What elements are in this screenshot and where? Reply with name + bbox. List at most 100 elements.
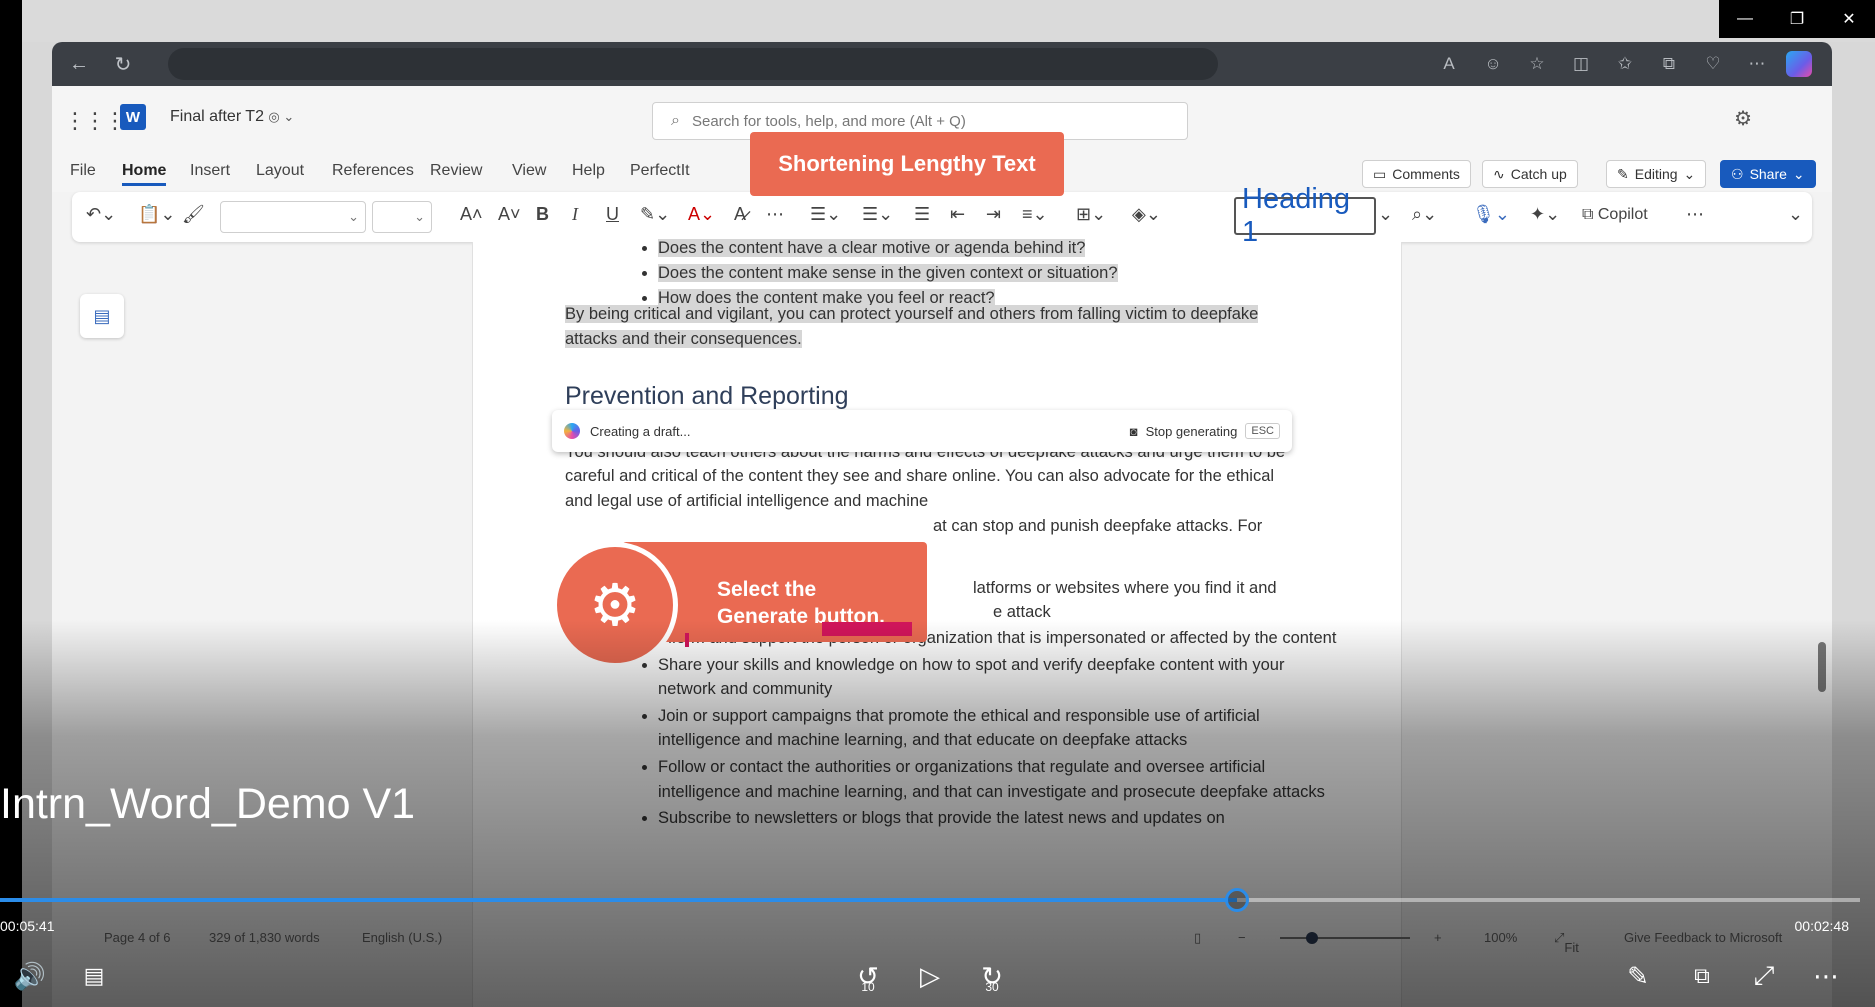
- paste-icon[interactable]: 📋⌄: [138, 204, 176, 225]
- captions-icon[interactable]: ▤: [72, 954, 116, 998]
- bold-icon[interactable]: B: [536, 204, 549, 225]
- language[interactable]: English (U.S.): [362, 930, 442, 945]
- underline-icon[interactable]: U: [606, 204, 619, 225]
- collapse-ribbon-icon[interactable]: ⌄: [1788, 204, 1803, 225]
- word-logo-icon: W: [120, 104, 146, 130]
- more-icon[interactable]: ⋯: [1742, 54, 1772, 74]
- elapsed-time: 00:05:41: [0, 918, 55, 934]
- editing-mode-button[interactable]: ✎ Editing ⌄: [1606, 160, 1707, 188]
- clear-format-icon[interactable]: A̷: [734, 204, 746, 225]
- stop-generating-button[interactable]: ◙ Stop generating ESC: [1130, 423, 1280, 439]
- split-screen-icon[interactable]: ◫: [1566, 54, 1596, 74]
- mini-player-icon[interactable]: ⧉: [1680, 954, 1724, 998]
- tab-home[interactable]: Home: [122, 162, 167, 186]
- skip-back-button[interactable]: ↺ 10: [846, 954, 890, 998]
- fullscreen-icon[interactable]: ⤢: [1742, 954, 1786, 998]
- restore-icon[interactable]: ❐: [1771, 0, 1823, 38]
- app-launcher-icon[interactable]: ⋮⋮⋮: [64, 108, 126, 134]
- browser-actions: A ☺ ☆ ◫ ✩ ⧉ ♡ ⋯: [1434, 42, 1832, 86]
- zoom-level[interactable]: 100%: [1484, 930, 1517, 945]
- font-size-select[interactable]: ⌄: [372, 201, 432, 233]
- tab-view[interactable]: View: [512, 162, 546, 180]
- copilot-icon[interactable]: [1786, 51, 1812, 77]
- favorite-star-icon[interactable]: ☆: [1522, 54, 1552, 74]
- more-options-icon[interactable]: ⋯: [1804, 954, 1848, 998]
- collections-icon[interactable]: ⧉: [1654, 54, 1684, 74]
- tab-insert[interactable]: Insert: [190, 162, 230, 180]
- word-statusbar: Page 4 of 6 329 of 1,830 words English (…: [44, 920, 1824, 956]
- page-count[interactable]: Page 4 of 6: [104, 930, 171, 945]
- dictate-icon[interactable]: 🎙⌄: [1472, 204, 1510, 225]
- skip-back-label: 10: [861, 980, 875, 994]
- feedback-link[interactable]: Give Feedback to Microsoft: [1624, 930, 1782, 945]
- shading-icon[interactable]: ◈⌄: [1132, 204, 1161, 225]
- document-title[interactable]: Final after T2 ◎ ⌄: [170, 108, 294, 126]
- numbering-icon[interactable]: ☰⌄: [862, 204, 893, 225]
- align-icon[interactable]: ≡⌄: [1022, 204, 1048, 225]
- copilot-button[interactable]: ⧉ Copilot: [1582, 206, 1648, 224]
- address-bar[interactable]: [168, 48, 1218, 80]
- progress-thumb[interactable]: [1224, 888, 1249, 912]
- profile-icon[interactable]: ☺: [1478, 54, 1508, 74]
- increase-font-icon[interactable]: A˄: [460, 204, 483, 225]
- volume-icon[interactable]: 🔊: [8, 954, 52, 998]
- decrease-indent-icon[interactable]: ⇤: [950, 204, 965, 225]
- highlight-icon[interactable]: ✎⌄: [640, 204, 670, 225]
- format-painter-icon[interactable]: 🖌: [182, 204, 205, 225]
- italic-icon[interactable]: I: [572, 204, 578, 225]
- close-icon[interactable]: ✕: [1823, 0, 1875, 38]
- minimize-icon[interactable]: —: [1719, 0, 1771, 38]
- progress-fill: [0, 898, 1237, 902]
- tab-references[interactable]: References: [332, 162, 414, 180]
- document-scrollbar[interactable]: [1818, 642, 1826, 692]
- selected-paragraph: By being critical and vigilant, you can …: [565, 305, 1259, 348]
- zoom-slider[interactable]: [1280, 937, 1410, 939]
- favorites-icon[interactable]: ✩: [1610, 54, 1640, 74]
- refresh-icon[interactable]: ↻: [106, 47, 140, 81]
- copilot-spinner-icon: [564, 423, 580, 439]
- read-aloud-icon[interactable]: A: [1434, 54, 1464, 74]
- tab-review[interactable]: Review: [430, 162, 482, 180]
- progress-bar[interactable]: [0, 898, 1860, 902]
- find-icon[interactable]: ⌕⌄: [1412, 204, 1437, 225]
- bullet-list-top: Does the content have a clear motive or …: [658, 239, 1378, 311]
- zoom-in-icon[interactable]: +: [1434, 930, 1442, 945]
- list-item-partial: latforms or websites where you find it a…: [973, 579, 1277, 597]
- word-count[interactable]: 329 of 1,830 words: [209, 930, 320, 945]
- style-gallery[interactable]: Heading 1: [1234, 183, 1376, 248]
- more-font-options-icon[interactable]: ⋯: [766, 204, 784, 225]
- undo-icon[interactable]: ↶⌄: [86, 204, 116, 225]
- more-options-icon[interactable]: ⋯: [1686, 204, 1704, 225]
- tab-help[interactable]: Help: [572, 162, 605, 180]
- font-family-select[interactable]: ⌄: [220, 201, 366, 233]
- browser-essentials-icon[interactable]: ♡: [1698, 54, 1728, 74]
- play-icon[interactable]: ▷: [908, 954, 952, 998]
- checklist-icon[interactable]: ☰: [914, 204, 930, 225]
- tab-layout[interactable]: Layout: [256, 162, 304, 180]
- borders-icon[interactable]: ⊞⌄: [1076, 204, 1106, 225]
- highlight-marker: [822, 622, 912, 636]
- zoom-slider-thumb[interactable]: [1306, 932, 1318, 944]
- zoom-out-icon[interactable]: −: [1238, 930, 1246, 945]
- settings-gear-icon[interactable]: ⚙: [1734, 106, 1752, 131]
- comment-icon: ▭: [1373, 165, 1387, 182]
- bullets-icon[interactable]: ☰⌄: [810, 204, 841, 225]
- pulse-icon: ∿: [1493, 165, 1505, 182]
- view-icon[interactable]: ▯: [1194, 930, 1201, 946]
- comments-button[interactable]: ▭ Comments: [1362, 160, 1471, 188]
- navigation-pane-icon[interactable]: ▤: [80, 294, 124, 338]
- tab-perfectit[interactable]: PerfectIt: [630, 162, 690, 180]
- font-color-icon[interactable]: A⌄: [688, 204, 715, 225]
- catch-up-button[interactable]: ∿ Catch up: [1482, 160, 1578, 188]
- chevron-down-icon: ⌄: [1683, 165, 1696, 182]
- styles-chevron-icon[interactable]: ⌄: [1378, 204, 1393, 225]
- share-button[interactable]: ⚇ Share ⌄: [1720, 160, 1816, 188]
- decrease-font-icon[interactable]: A˅: [498, 204, 521, 225]
- increase-indent-icon[interactable]: ⇥: [986, 204, 1001, 225]
- draw-pen-icon[interactable]: ✎: [1616, 954, 1660, 998]
- tab-file[interactable]: File: [70, 162, 96, 180]
- back-icon[interactable]: ←: [62, 47, 96, 81]
- fit-button[interactable]: ⤢ Fit: [1554, 930, 1579, 955]
- skip-forward-button[interactable]: ↻ 30: [970, 954, 1014, 998]
- designer-icon[interactable]: ✦⌄: [1530, 204, 1560, 225]
